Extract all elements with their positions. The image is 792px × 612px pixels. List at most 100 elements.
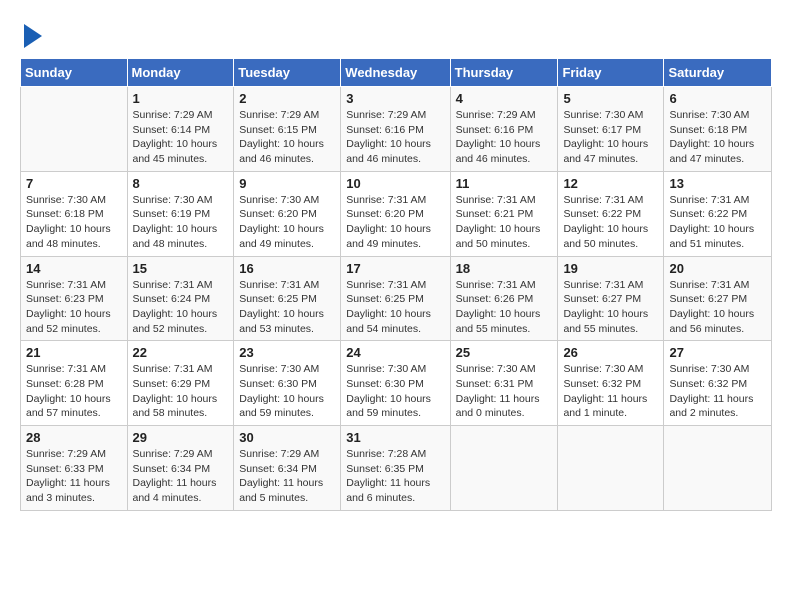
header-tuesday: Tuesday	[234, 59, 341, 87]
day-number: 12	[563, 176, 658, 191]
calendar-cell: 14 Sunrise: 7:31 AM Sunset: 6:23 PM Dayli…	[21, 256, 128, 341]
day-number: 7	[26, 176, 122, 191]
day-number: 11	[456, 176, 553, 191]
day-info: Sunrise: 7:30 AM Sunset: 6:17 PM Dayligh…	[563, 108, 658, 167]
day-number: 17	[346, 261, 444, 276]
day-number: 29	[133, 430, 229, 445]
calendar-week-row: 1 Sunrise: 7:29 AM Sunset: 6:14 PM Daylig…	[21, 87, 772, 172]
day-info: Sunrise: 7:31 AM Sunset: 6:20 PM Dayligh…	[346, 193, 444, 252]
day-info: Sunrise: 7:31 AM Sunset: 6:27 PM Dayligh…	[563, 278, 658, 337]
day-info: Sunrise: 7:30 AM Sunset: 6:20 PM Dayligh…	[239, 193, 335, 252]
calendar-cell: 6 Sunrise: 7:30 AM Sunset: 6:18 PM Daylig…	[664, 87, 772, 172]
calendar-cell: 26 Sunrise: 7:30 AM Sunset: 6:32 PM Dayli…	[558, 341, 664, 426]
day-info: Sunrise: 7:30 AM Sunset: 6:30 PM Dayligh…	[346, 362, 444, 421]
calendar-cell	[664, 426, 772, 511]
calendar-cell	[558, 426, 664, 511]
calendar-cell: 20 Sunrise: 7:31 AM Sunset: 6:27 PM Dayli…	[664, 256, 772, 341]
day-number: 21	[26, 345, 122, 360]
logo	[20, 20, 42, 48]
day-info: Sunrise: 7:29 AM Sunset: 6:16 PM Dayligh…	[456, 108, 553, 167]
day-number: 31	[346, 430, 444, 445]
calendar-cell: 17 Sunrise: 7:31 AM Sunset: 6:25 PM Dayli…	[341, 256, 450, 341]
calendar-cell: 21 Sunrise: 7:31 AM Sunset: 6:28 PM Dayli…	[21, 341, 128, 426]
header-wednesday: Wednesday	[341, 59, 450, 87]
day-number: 26	[563, 345, 658, 360]
day-info: Sunrise: 7:29 AM Sunset: 6:33 PM Dayligh…	[26, 447, 122, 506]
day-number: 10	[346, 176, 444, 191]
calendar-cell	[450, 426, 558, 511]
calendar-week-row: 21 Sunrise: 7:31 AM Sunset: 6:28 PM Dayli…	[21, 341, 772, 426]
calendar-cell: 28 Sunrise: 7:29 AM Sunset: 6:33 PM Dayli…	[21, 426, 128, 511]
calendar-cell: 19 Sunrise: 7:31 AM Sunset: 6:27 PM Dayli…	[558, 256, 664, 341]
day-info: Sunrise: 7:31 AM Sunset: 6:28 PM Dayligh…	[26, 362, 122, 421]
day-info: Sunrise: 7:31 AM Sunset: 6:23 PM Dayligh…	[26, 278, 122, 337]
day-info: Sunrise: 7:29 AM Sunset: 6:34 PM Dayligh…	[133, 447, 229, 506]
day-number: 8	[133, 176, 229, 191]
day-number: 6	[669, 91, 766, 106]
calendar-cell: 12 Sunrise: 7:31 AM Sunset: 6:22 PM Dayli…	[558, 171, 664, 256]
day-info: Sunrise: 7:30 AM Sunset: 6:19 PM Dayligh…	[133, 193, 229, 252]
day-number: 14	[26, 261, 122, 276]
day-number: 25	[456, 345, 553, 360]
day-number: 2	[239, 91, 335, 106]
day-number: 4	[456, 91, 553, 106]
day-number: 16	[239, 261, 335, 276]
header-sunday: Sunday	[21, 59, 128, 87]
day-info: Sunrise: 7:29 AM Sunset: 6:34 PM Dayligh…	[239, 447, 335, 506]
calendar-week-row: 28 Sunrise: 7:29 AM Sunset: 6:33 PM Dayli…	[21, 426, 772, 511]
calendar-cell: 7 Sunrise: 7:30 AM Sunset: 6:18 PM Daylig…	[21, 171, 128, 256]
day-number: 20	[669, 261, 766, 276]
calendar-cell	[21, 87, 128, 172]
day-info: Sunrise: 7:30 AM Sunset: 6:18 PM Dayligh…	[669, 108, 766, 167]
day-number: 1	[133, 91, 229, 106]
day-info: Sunrise: 7:31 AM Sunset: 6:25 PM Dayligh…	[239, 278, 335, 337]
calendar-cell: 29 Sunrise: 7:29 AM Sunset: 6:34 PM Dayli…	[127, 426, 234, 511]
day-number: 24	[346, 345, 444, 360]
day-info: Sunrise: 7:30 AM Sunset: 6:32 PM Dayligh…	[669, 362, 766, 421]
calendar-week-row: 14 Sunrise: 7:31 AM Sunset: 6:23 PM Dayli…	[21, 256, 772, 341]
day-number: 15	[133, 261, 229, 276]
day-info: Sunrise: 7:29 AM Sunset: 6:14 PM Dayligh…	[133, 108, 229, 167]
day-number: 18	[456, 261, 553, 276]
day-info: Sunrise: 7:31 AM Sunset: 6:27 PM Dayligh…	[669, 278, 766, 337]
calendar-cell: 24 Sunrise: 7:30 AM Sunset: 6:30 PM Dayli…	[341, 341, 450, 426]
day-number: 27	[669, 345, 766, 360]
day-info: Sunrise: 7:29 AM Sunset: 6:15 PM Dayligh…	[239, 108, 335, 167]
day-info: Sunrise: 7:31 AM Sunset: 6:22 PM Dayligh…	[563, 193, 658, 252]
day-info: Sunrise: 7:31 AM Sunset: 6:22 PM Dayligh…	[669, 193, 766, 252]
day-info: Sunrise: 7:30 AM Sunset: 6:32 PM Dayligh…	[563, 362, 658, 421]
day-info: Sunrise: 7:30 AM Sunset: 6:30 PM Dayligh…	[239, 362, 335, 421]
day-info: Sunrise: 7:31 AM Sunset: 6:29 PM Dayligh…	[133, 362, 229, 421]
calendar-cell: 9 Sunrise: 7:30 AM Sunset: 6:20 PM Daylig…	[234, 171, 341, 256]
calendar-cell: 15 Sunrise: 7:31 AM Sunset: 6:24 PM Dayli…	[127, 256, 234, 341]
day-info: Sunrise: 7:31 AM Sunset: 6:21 PM Dayligh…	[456, 193, 553, 252]
logo-arrow-icon	[24, 24, 42, 48]
calendar-cell: 10 Sunrise: 7:31 AM Sunset: 6:20 PM Dayli…	[341, 171, 450, 256]
header-monday: Monday	[127, 59, 234, 87]
header-thursday: Thursday	[450, 59, 558, 87]
day-info: Sunrise: 7:30 AM Sunset: 6:18 PM Dayligh…	[26, 193, 122, 252]
day-info: Sunrise: 7:31 AM Sunset: 6:25 PM Dayligh…	[346, 278, 444, 337]
calendar-header-row: SundayMondayTuesdayWednesdayThursdayFrid…	[21, 59, 772, 87]
calendar-table: SundayMondayTuesdayWednesdayThursdayFrid…	[20, 58, 772, 511]
day-info: Sunrise: 7:31 AM Sunset: 6:24 PM Dayligh…	[133, 278, 229, 337]
day-info: Sunrise: 7:31 AM Sunset: 6:26 PM Dayligh…	[456, 278, 553, 337]
calendar-week-row: 7 Sunrise: 7:30 AM Sunset: 6:18 PM Daylig…	[21, 171, 772, 256]
calendar-cell: 4 Sunrise: 7:29 AM Sunset: 6:16 PM Daylig…	[450, 87, 558, 172]
day-number: 22	[133, 345, 229, 360]
day-number: 5	[563, 91, 658, 106]
calendar-cell: 2 Sunrise: 7:29 AM Sunset: 6:15 PM Daylig…	[234, 87, 341, 172]
day-number: 30	[239, 430, 335, 445]
day-info: Sunrise: 7:29 AM Sunset: 6:16 PM Dayligh…	[346, 108, 444, 167]
day-number: 19	[563, 261, 658, 276]
calendar-cell: 3 Sunrise: 7:29 AM Sunset: 6:16 PM Daylig…	[341, 87, 450, 172]
page-header	[20, 20, 772, 48]
calendar-cell: 5 Sunrise: 7:30 AM Sunset: 6:17 PM Daylig…	[558, 87, 664, 172]
calendar-cell: 13Sunrise: 7:31 AM Sunset: 6:22 PM Dayli…	[664, 171, 772, 256]
calendar-cell: 1 Sunrise: 7:29 AM Sunset: 6:14 PM Daylig…	[127, 87, 234, 172]
calendar-cell: 22 Sunrise: 7:31 AM Sunset: 6:29 PM Dayli…	[127, 341, 234, 426]
day-number: 28	[26, 430, 122, 445]
day-number: 3	[346, 91, 444, 106]
day-number: 9	[239, 176, 335, 191]
calendar-cell: 16 Sunrise: 7:31 AM Sunset: 6:25 PM Dayli…	[234, 256, 341, 341]
